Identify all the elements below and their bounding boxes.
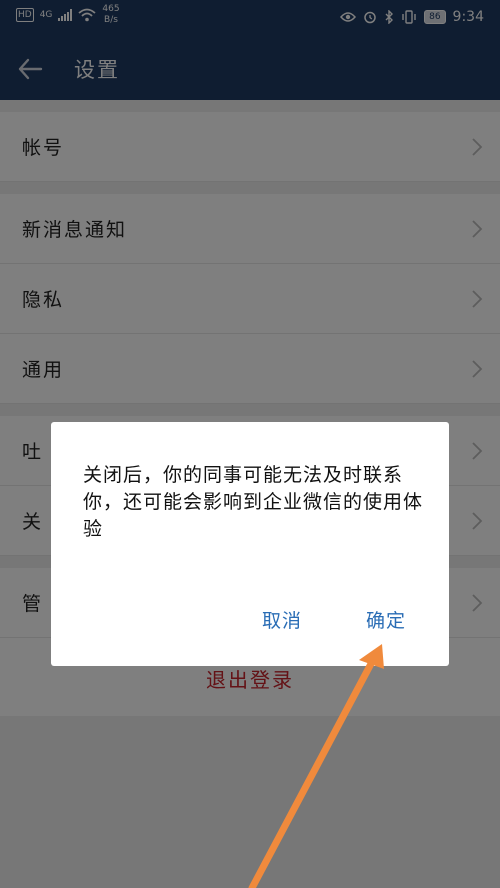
dialog-message: 关闭后，你的同事可能无法及时联系你，还可能会影响到企业微信的使用体验 [83, 464, 424, 540]
confirm-dialog: 关闭后，你的同事可能无法及时联系你，还可能会影响到企业微信的使用体验 取消 确定 [51, 422, 449, 666]
confirm-button[interactable]: 确定 [366, 606, 406, 633]
cancel-button[interactable]: 取消 [262, 606, 302, 633]
